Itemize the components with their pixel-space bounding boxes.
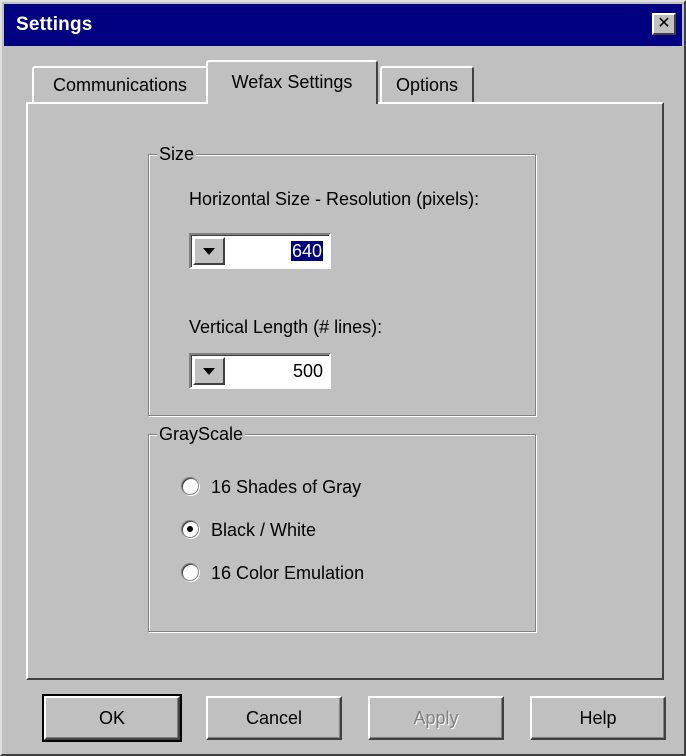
tab-options[interactable]: Options [380, 66, 474, 102]
title-bar[interactable]: Settings ✕ [4, 4, 682, 46]
radio-black-white[interactable]: Black / White [181, 518, 481, 542]
vertical-length-label: Vertical Length (# lines): [189, 317, 383, 337]
close-button[interactable]: ✕ [652, 13, 676, 35]
radio-label: 16 Color Emulation [211, 563, 365, 583]
grayscale-group-label: GrayScale [157, 423, 246, 445]
tab-label: Wefax Settings [231, 72, 353, 92]
cancel-button-label: Cancel [245, 708, 303, 728]
radio-16-color-emulation[interactable]: 16 Color Emulation [181, 561, 481, 585]
horizontal-size-combo[interactable]: 640 [189, 233, 331, 269]
chevron-down-icon [203, 368, 215, 375]
help-button[interactable]: Help [530, 696, 666, 740]
radio-16-shades-of-gray[interactable]: 16 Shades of Gray [181, 475, 481, 499]
size-group-label: Size [157, 143, 197, 165]
radio-selected-dot [187, 526, 193, 532]
radio-label: 16 Shades of Gray [211, 477, 362, 497]
vertical-length-combo[interactable]: 500 [189, 353, 331, 389]
tab-label: Options [395, 75, 459, 95]
apply-button: Apply [368, 696, 504, 740]
size-groupbox: Size Horizontal Size - Resolution (pixel… [148, 143, 536, 416]
horizontal-size-dropdown-button[interactable] [193, 237, 225, 265]
horizontal-size-value[interactable]: 640 [290, 241, 323, 261]
close-icon: ✕ [657, 15, 671, 32]
radio-label: Black / White [211, 520, 317, 540]
tab-wefax-settings[interactable]: Wefax Settings [206, 60, 378, 104]
help-button-label: Help [579, 708, 617, 728]
settings-dialog: Settings ✕ Communications Wefax Settings… [0, 0, 686, 756]
chevron-down-icon [203, 248, 215, 255]
radio-button[interactable] [181, 477, 199, 495]
tab-label: Communications [52, 75, 188, 95]
ok-button[interactable]: OK [42, 694, 182, 742]
window-title: Settings [16, 14, 93, 35]
cancel-button[interactable]: Cancel [206, 696, 342, 740]
grayscale-groupbox: GrayScale 16 Shades of Gray Black / Whit… [148, 423, 536, 632]
tab-communications[interactable]: Communications [32, 66, 208, 102]
ok-button-label: OK [98, 708, 125, 728]
radio-button[interactable] [181, 520, 199, 538]
radio-button[interactable] [181, 563, 199, 581]
vertical-length-value[interactable]: 500 [293, 361, 323, 381]
horizontal-size-label: Horizontal Size - Resolution (pixels): [189, 189, 480, 209]
vertical-length-dropdown-button[interactable] [193, 357, 225, 385]
apply-button-label: Apply [413, 708, 459, 728]
